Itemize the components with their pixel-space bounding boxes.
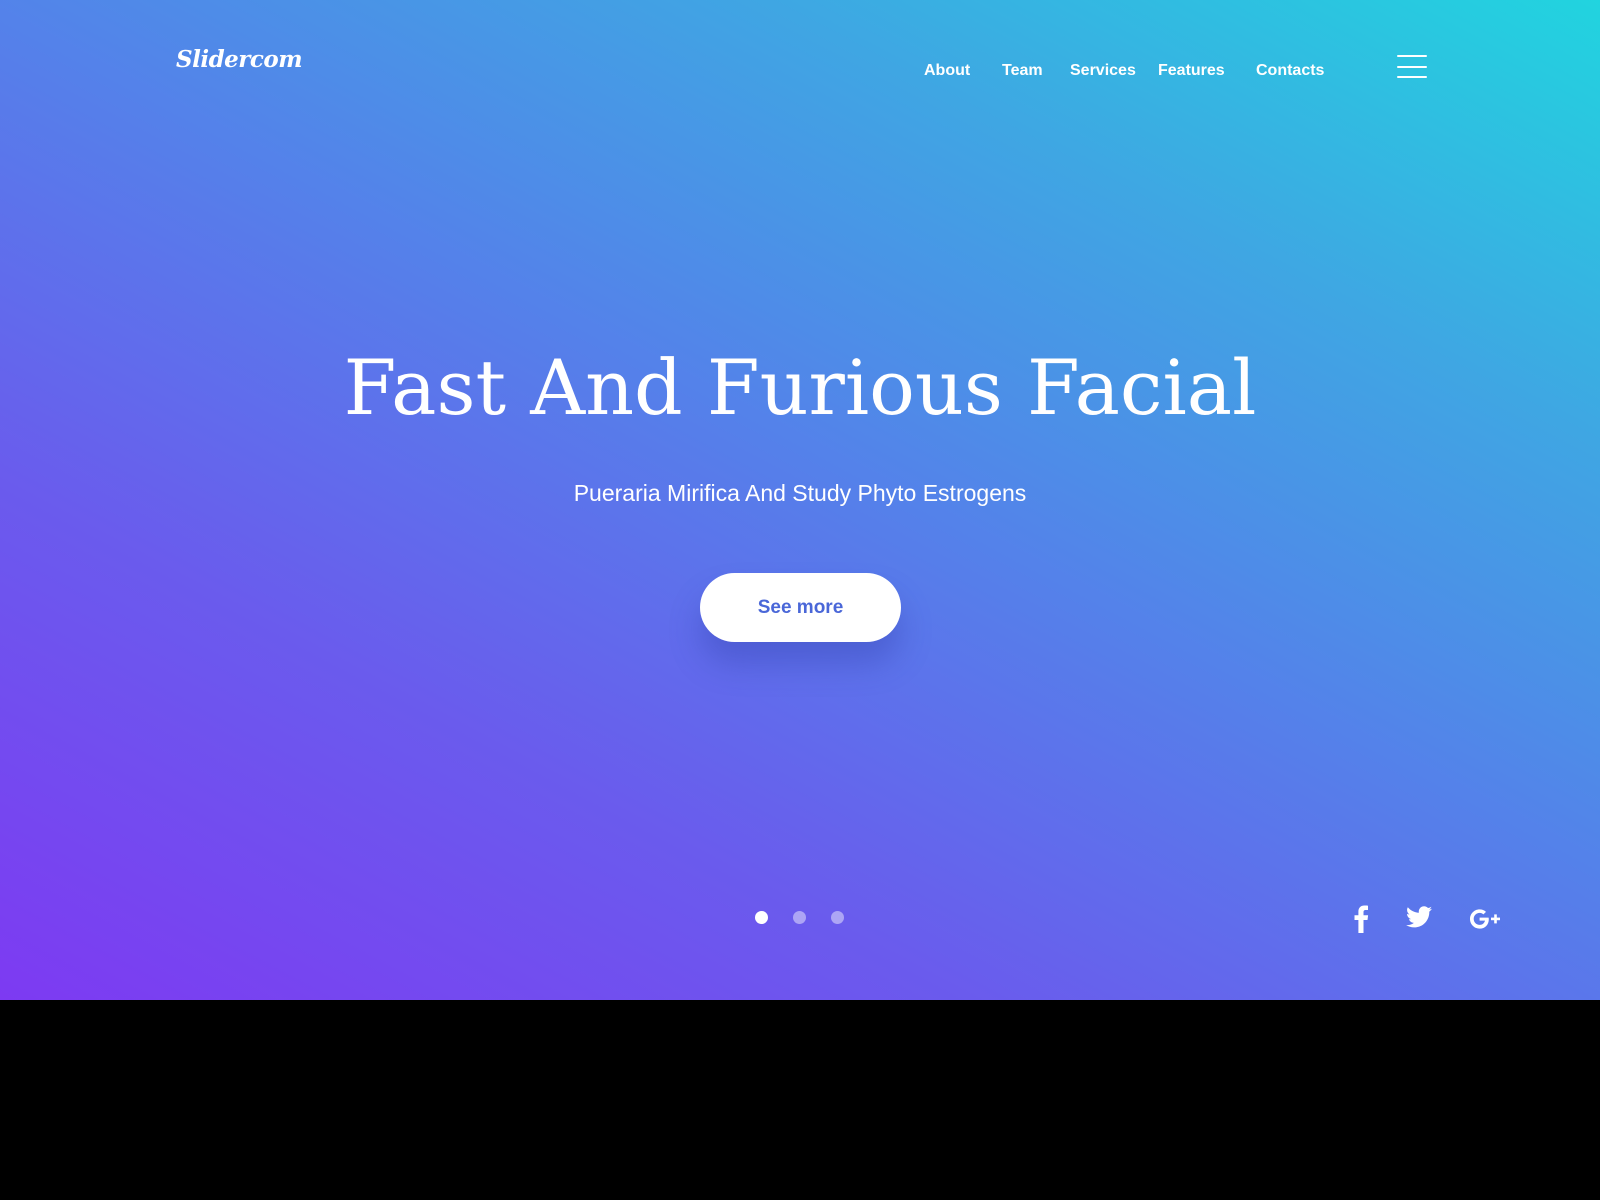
nav-item-team[interactable]: Team: [1002, 61, 1043, 81]
hamburger-menu-icon[interactable]: [1397, 55, 1427, 79]
menu-line: [1397, 55, 1427, 57]
menu-line: [1397, 76, 1427, 78]
slider-dot-2[interactable]: [793, 911, 806, 924]
facebook-icon[interactable]: [1352, 903, 1370, 933]
nav-item-services[interactable]: Services: [1070, 61, 1136, 81]
google-plus-icon[interactable]: [1470, 909, 1500, 929]
hero-title: Fast And Furious Facial: [343, 343, 1257, 432]
menu-line: [1397, 66, 1427, 68]
slider-dot-1[interactable]: [755, 911, 768, 924]
nav-item-features[interactable]: Features: [1158, 61, 1225, 81]
see-more-button[interactable]: See more: [700, 573, 901, 642]
hero-section: Slidercom About Team Services Features C…: [0, 0, 1600, 1000]
main-nav: About Team Services Features Contacts: [0, 61, 1600, 85]
hero-subtitle: Pueraria Mirifica And Study Phyto Estrog…: [573, 480, 1027, 506]
nav-item-about[interactable]: About: [924, 61, 970, 81]
slider-dot-3[interactable]: [831, 911, 844, 924]
nav-item-contacts[interactable]: Contacts: [1256, 61, 1324, 81]
twitter-icon[interactable]: [1406, 905, 1432, 929]
slider-pagination: [755, 911, 855, 927]
